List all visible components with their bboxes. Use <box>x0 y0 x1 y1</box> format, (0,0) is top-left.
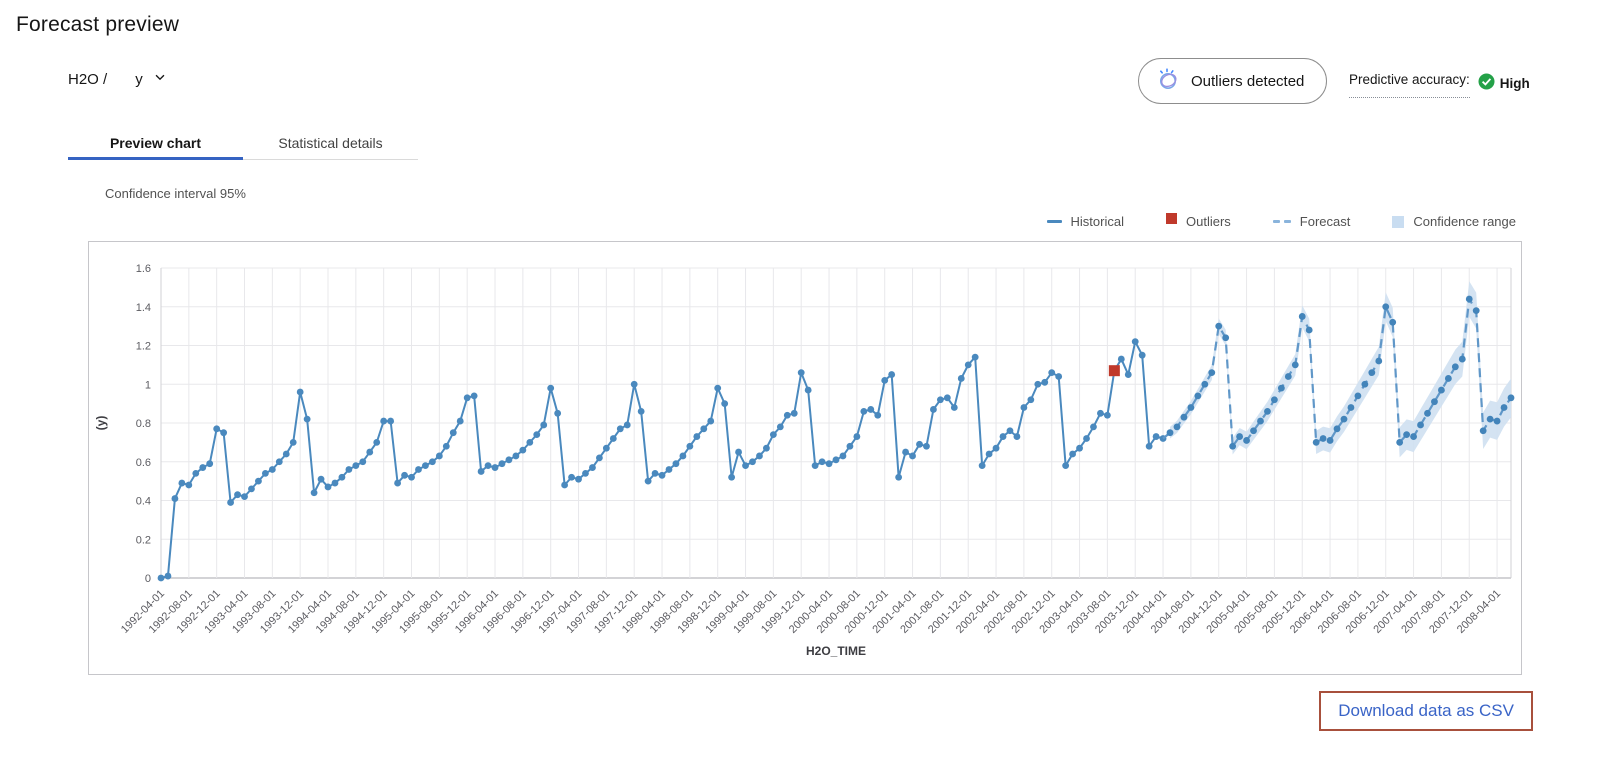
svg-text:1.4: 1.4 <box>136 302 151 314</box>
forecast-preview-page: Forecast preview H2O / y Outliers detect… <box>0 0 1600 762</box>
svg-text:(y): (y) <box>94 416 108 431</box>
ai-sparkle-icon <box>1155 66 1181 96</box>
legend-item-outliers[interactable]: Outliers <box>1165 213 1231 229</box>
series-selector: H2O / y <box>68 70 167 88</box>
svg-text:H2O_TIME: H2O_TIME <box>806 644 866 658</box>
svg-text:0.8: 0.8 <box>136 418 151 430</box>
legend-historical-label: Historical <box>1070 214 1124 229</box>
predictive-accuracy-label[interactable]: Predictive accuracy: <box>1349 72 1470 98</box>
historical-line-swatch <box>1046 220 1062 223</box>
chevron-down-icon <box>153 70 167 88</box>
legend-outliers-label: Outliers <box>1185 214 1231 229</box>
svg-text:0.6: 0.6 <box>136 457 151 469</box>
forecast-time-series-chart[interactable]: 00.20.40.60.811.21.41.61992-04-011992-08… <box>89 242 1521 674</box>
target-column-value: y <box>135 70 143 88</box>
svg-text:1.6: 1.6 <box>136 263 151 275</box>
legend-forecast-label: Forecast <box>1299 214 1351 229</box>
legend-item-confidence-range[interactable]: Confidence range <box>1392 214 1516 229</box>
svg-text:0.4: 0.4 <box>136 496 151 508</box>
predictive-accuracy: Predictive accuracy: High <box>1349 72 1530 98</box>
outliers-square-swatch <box>1165 213 1177 224</box>
confidence-interval-note: Confidence interval 95% <box>105 186 246 201</box>
svg-text:0.2: 0.2 <box>136 534 151 546</box>
legend-confidence-label: Confidence range <box>1413 214 1516 229</box>
chart-legend: Historical Outliers Forecast Confidence … <box>1046 213 1516 229</box>
tab-statistical-details[interactable]: Statistical details <box>243 129 418 160</box>
svg-text:1.2: 1.2 <box>136 341 151 353</box>
forecast-chart-card: 0 0.2 0.4 0.6 0.8 1 1.2 1.4 1.6 1992-04-01 1992-08… <box>88 241 1522 675</box>
legend-item-historical[interactable]: Historical <box>1046 214 1124 229</box>
predictive-accuracy-value: High <box>1499 75 1530 91</box>
page-title: Forecast preview <box>16 13 180 36</box>
checkmark-icon <box>1478 73 1495 93</box>
series-prefix: H2O / <box>68 70 108 88</box>
download-csv-button[interactable]: Download data as CSV <box>1319 691 1533 731</box>
confidence-band-swatch <box>1392 215 1405 228</box>
target-column-dropdown[interactable]: y <box>135 70 167 88</box>
forecast-dash-swatch <box>1272 220 1291 223</box>
tab-bar: Preview chart Statistical details <box>68 129 418 160</box>
svg-text:0: 0 <box>145 573 151 585</box>
tab-preview-chart[interactable]: Preview chart <box>68 129 243 160</box>
svg-text:1: 1 <box>145 379 151 391</box>
legend-item-forecast[interactable]: Forecast <box>1272 214 1351 229</box>
outliers-detected-label: Outliers detected <box>1191 72 1305 90</box>
outliers-detected-badge: Outliers detected <box>1138 58 1328 104</box>
